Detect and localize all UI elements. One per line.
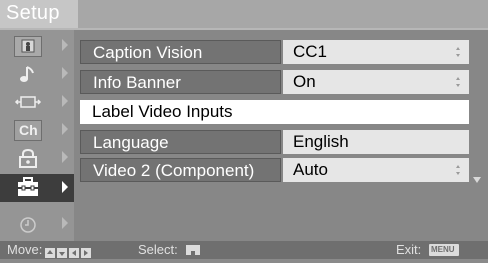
video-2-component-select[interactable]: Auto [283, 158, 469, 182]
move-keys-icon [45, 245, 93, 258]
move-hint-label: Move: [7, 242, 43, 257]
chevron-right-icon [62, 123, 68, 135]
menu-row-video-2-component[interactable]: Video 2 (Component) Auto [80, 158, 469, 182]
select-hint-label: Select: [138, 242, 178, 257]
sidebar-item-picture[interactable] [8, 34, 74, 60]
chevron-right-icon [62, 181, 68, 193]
title-bar: Setup [0, 0, 488, 28]
menu-row-label: Info Banner [80, 70, 281, 94]
picture-icon [14, 36, 42, 57]
menu-row-value: CC1 [293, 42, 328, 61]
chevron-right-icon [62, 151, 68, 163]
chevron-right-icon [62, 217, 68, 229]
menu-row-value: On [293, 72, 316, 91]
chevron-right-icon [62, 39, 68, 51]
sidebar-item-setup[interactable] [0, 174, 74, 202]
sidebar-item-parental-lock[interactable] [8, 146, 74, 172]
scroll-down-icon[interactable] [473, 177, 481, 183]
music-note-icon [14, 64, 42, 85]
menu-row-language[interactable]: Language English [80, 130, 469, 154]
clock-icon [14, 214, 42, 235]
menu-row-value: English [293, 132, 349, 151]
menu-row-label: Video 2 (Component) [80, 158, 281, 182]
menu-row-label-video-inputs[interactable]: Label Video Inputs [80, 100, 469, 124]
menu-row-info-banner[interactable]: Info Banner On [80, 70, 469, 94]
sidebar-item-sound[interactable] [8, 62, 74, 88]
updown-arrow-icon [456, 77, 460, 87]
channel-icon-label: Ch [19, 122, 38, 138]
sidebar-item-timer[interactable] [8, 212, 74, 238]
sidebar-item-channel[interactable]: Ch [8, 118, 74, 144]
setup-screen: Setup Ch Caption Vision CC1 Info Banner … [0, 0, 488, 259]
chevron-right-icon [62, 67, 68, 79]
page-title: Setup [6, 2, 60, 24]
channel-icon: Ch [14, 120, 42, 141]
menu-row-label: Caption Vision [80, 40, 281, 64]
menu-row-label: Language [80, 130, 281, 154]
lock-icon [14, 148, 42, 169]
title-tab: Setup [0, 0, 78, 28]
menu-row-caption-vision[interactable]: Caption Vision CC1 [80, 40, 469, 64]
menu-row-label: Label Video Inputs [80, 100, 469, 124]
toolbox-icon [14, 177, 42, 198]
language-select[interactable]: English [283, 130, 469, 154]
select-key-icon [186, 245, 200, 255]
footer-hints: Move: Select: Exit: MENU [0, 241, 488, 259]
chevron-right-icon [62, 95, 68, 107]
sidebar-item-screen[interactable] [8, 90, 74, 116]
screen-icon [14, 92, 42, 113]
exit-hint-label: Exit: [396, 242, 422, 257]
info-banner-select[interactable]: On [283, 70, 469, 94]
menu-key-label: MENU [431, 245, 455, 254]
menu-row-value: Auto [293, 160, 328, 179]
caption-vision-select[interactable]: CC1 [283, 40, 469, 64]
menu-key-icon: MENU [429, 244, 459, 256]
updown-arrow-icon [456, 165, 460, 175]
sidebar: Ch [0, 30, 74, 241]
updown-arrow-icon [456, 47, 460, 57]
